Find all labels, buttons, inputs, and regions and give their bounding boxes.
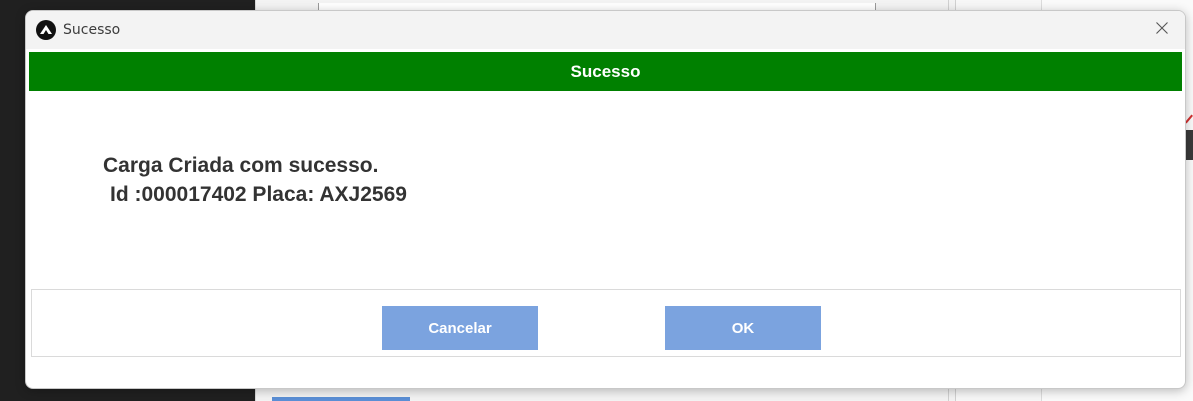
dialog-header-title: Sucesso xyxy=(570,61,641,81)
dialog-header-bar: Sucesso xyxy=(29,52,1182,91)
dialog-footer: Cancelar OK xyxy=(31,289,1181,357)
message-line-1: Carga Criada com sucesso. xyxy=(103,154,379,177)
app-logo-icon xyxy=(36,20,56,40)
close-button[interactable] xyxy=(1139,11,1185,49)
window-title: Sucesso xyxy=(63,22,121,38)
background-button xyxy=(272,397,410,401)
ok-button[interactable]: OK xyxy=(665,306,821,350)
dialog-titlebar: Sucesso xyxy=(26,11,1185,49)
cancel-button[interactable]: Cancelar xyxy=(382,306,538,350)
close-icon xyxy=(1156,21,1168,39)
message-line-2: Id :000017402 Placa: AXJ2569 xyxy=(110,183,407,206)
success-dialog: Sucesso Sucesso Carga Criada com sucesso… xyxy=(25,10,1186,389)
dialog-message: Carga Criada com sucesso. Id :000017402 … xyxy=(103,151,407,209)
